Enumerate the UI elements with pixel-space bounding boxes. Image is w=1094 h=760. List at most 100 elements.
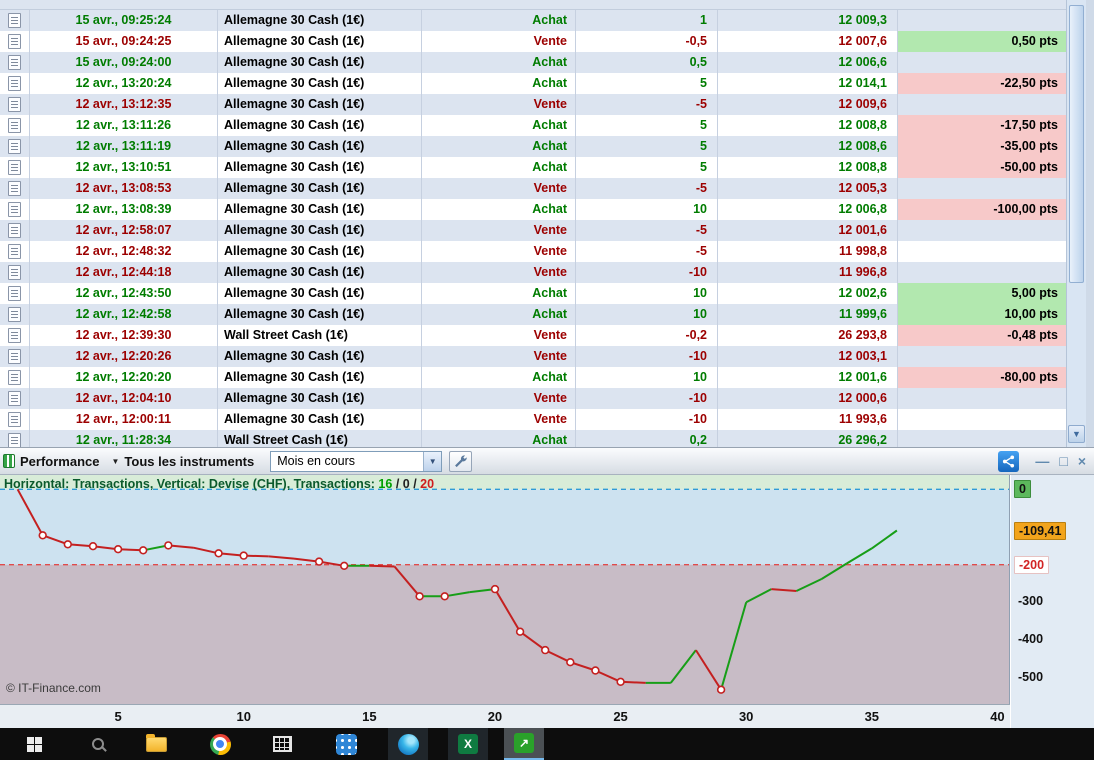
table-row[interactable]: 12 avr., 12:48:32 Allemagne 30 Cash (1€)…: [0, 241, 1066, 262]
document-icon[interactable]: [8, 433, 21, 447]
close-button[interactable]: ×: [1078, 447, 1086, 475]
table-row[interactable]: 12 avr., 12:00:11 Allemagne 30 Cash (1€)…: [0, 409, 1066, 430]
table-row[interactable]: 12 avr., 11:28:34 Wall Street Cash (1€) …: [0, 430, 1066, 447]
chart-axis-corner: [1011, 704, 1094, 728]
trade-side: Achat: [422, 304, 576, 325]
trade-points: -17,50 pts: [898, 115, 1066, 136]
document-icon[interactable]: [8, 55, 21, 70]
table-row[interactable]: 12 avr., 13:11:26 Allemagne 30 Cash (1€)…: [0, 115, 1066, 136]
settings-button[interactable]: [449, 450, 473, 472]
table-scrollbar[interactable]: ▼: [1066, 0, 1086, 447]
trade-date: 12 avr., 12:58:07: [30, 220, 218, 241]
document-icon[interactable]: [8, 181, 21, 196]
taskbar-edge[interactable]: [388, 728, 428, 760]
table-row[interactable]: 12 avr., 13:10:51 Allemagne 30 Cash (1€)…: [0, 157, 1066, 178]
equity-curve: [0, 475, 1009, 704]
table-row[interactable]: 12 avr., 13:08:39 Allemagne 30 Cash (1€)…: [0, 199, 1066, 220]
minimize-button[interactable]: —: [1035, 447, 1049, 475]
wrench-icon: [455, 454, 467, 467]
trade-side: Achat: [422, 10, 576, 31]
trade-points: -0,48 pts: [898, 325, 1066, 346]
table-row[interactable]: 12 avr., 13:11:19 Allemagne 30 Cash (1€)…: [0, 136, 1066, 157]
table-row[interactable]: 15 avr., 09:24:00 Allemagne 30 Cash (1€)…: [0, 52, 1066, 73]
table-row[interactable]: 12 avr., 12:58:07 Allemagne 30 Cash (1€)…: [0, 220, 1066, 241]
document-icon[interactable]: [8, 391, 21, 406]
document-icon[interactable]: [8, 160, 21, 175]
table-row[interactable]: 12 avr., 12:20:26 Allemagne 30 Cash (1€)…: [0, 346, 1066, 367]
chevron-down-icon: ▼: [111, 456, 120, 466]
document-icon[interactable]: [8, 139, 21, 154]
trade-side: Achat: [422, 430, 576, 447]
document-icon[interactable]: [8, 265, 21, 280]
document-icon[interactable]: [8, 223, 21, 238]
table-row[interactable]: 12 avr., 12:43:50 Allemagne 30 Cash (1€)…: [0, 283, 1066, 304]
taskbar-chrome[interactable]: [200, 728, 240, 760]
table-row[interactable]: 12 avr., 12:39:30 Wall Street Cash (1€) …: [0, 325, 1066, 346]
trade-instrument: Allemagne 30 Cash (1€): [218, 178, 422, 199]
taskbar-spreadsheet-grid[interactable]: [262, 728, 302, 760]
chevron-down-icon[interactable]: ▼: [423, 451, 442, 471]
taskbar-file-explorer[interactable]: [136, 728, 176, 760]
scrollbar-thumb[interactable]: [1069, 5, 1084, 283]
taskbar-trading-app[interactable]: ↗: [504, 728, 544, 760]
table-row[interactable]: 12 avr., 13:20:24 Allemagne 30 Cash (1€)…: [0, 73, 1066, 94]
performance-chart[interactable]: Horizontal: Transactions, Vertical: Devi…: [0, 475, 1010, 704]
trade-quantity: 10: [576, 304, 718, 325]
instrument-filter-label: Tous les instruments: [124, 453, 255, 469]
document-icon[interactable]: [8, 286, 21, 301]
trade-points: [898, 178, 1066, 199]
trade-date: 12 avr., 12:42:58: [30, 304, 218, 325]
taskbar-windows-start[interactable]: [14, 728, 54, 760]
document-icon[interactable]: [8, 244, 21, 259]
trade-instrument: Allemagne 30 Cash (1€): [218, 136, 422, 157]
trade-date: 15 avr., 09:24:00: [30, 52, 218, 73]
document-icon[interactable]: [8, 412, 21, 427]
document-icon[interactable]: [8, 76, 21, 91]
table-row[interactable]: 12 avr., 12:20:20 Allemagne 30 Cash (1€)…: [0, 367, 1066, 388]
share-icon: [1003, 455, 1015, 467]
trade-date: 12 avr., 12:04:10: [30, 388, 218, 409]
share-button[interactable]: [998, 450, 1020, 472]
panel-title: Performance: [20, 453, 100, 469]
document-icon[interactable]: [8, 202, 21, 217]
trade-side: Vente: [422, 409, 576, 430]
transactions-rows: 15 avr., 09:25:24 Allemagne 30 Cash (1€)…: [0, 0, 1066, 447]
document-icon[interactable]: [8, 370, 21, 385]
trade-date: 12 avr., 13:20:24: [30, 73, 218, 94]
trade-points: -80,00 pts: [898, 367, 1066, 388]
document-icon[interactable]: [8, 307, 21, 322]
chart-x-axis: 5 10 15 20 25 30 35 40: [0, 704, 1010, 728]
table-row[interactable]: 12 avr., 13:08:53 Allemagne 30 Cash (1€)…: [0, 178, 1066, 199]
taskbar-app-grid[interactable]: [326, 728, 366, 760]
document-icon[interactable]: [8, 118, 21, 133]
document-icon[interactable]: [8, 349, 21, 364]
trade-instrument: Allemagne 30 Cash (1€): [218, 262, 422, 283]
instrument-filter-dropdown[interactable]: ▼ Tous les instruments: [111, 454, 254, 469]
trade-quantity: -5: [576, 178, 718, 199]
trade-points: -22,50 pts: [898, 73, 1066, 94]
transactions-table: 15 avr., 09:25:24 Allemagne 30 Cash (1€)…: [0, 0, 1094, 447]
trade-instrument: Allemagne 30 Cash (1€): [218, 10, 422, 31]
excel-icon: X: [458, 734, 478, 754]
table-row[interactable]: 12 avr., 12:42:58 Allemagne 30 Cash (1€)…: [0, 304, 1066, 325]
table-row[interactable]: 15 avr., 09:25:24 Allemagne 30 Cash (1€)…: [0, 10, 1066, 31]
document-icon[interactable]: [8, 34, 21, 49]
maximize-button[interactable]: □: [1059, 447, 1067, 475]
table-row[interactable]: 12 avr., 12:04:10 Allemagne 30 Cash (1€)…: [0, 388, 1066, 409]
trade-quantity: 5: [576, 136, 718, 157]
x-axis-tick: 35: [864, 709, 880, 724]
taskbar-excel[interactable]: X: [448, 728, 488, 760]
table-row[interactable]: 12 avr., 13:12:35 Allemagne 30 Cash (1€)…: [0, 94, 1066, 115]
trade-points: [898, 52, 1066, 73]
period-select[interactable]: Mois en cours ▼: [270, 450, 443, 472]
trade-points: [898, 409, 1066, 430]
document-icon[interactable]: [8, 97, 21, 112]
trade-price: 12 014,1: [718, 73, 898, 94]
document-icon[interactable]: [8, 328, 21, 343]
table-row[interactable]: 15 avr., 09:24:25 Allemagne 30 Cash (1€)…: [0, 31, 1066, 52]
document-icon[interactable]: [8, 13, 21, 28]
trade-side: Vente: [422, 388, 576, 409]
scroll-down-button[interactable]: ▼: [1068, 425, 1085, 443]
table-row[interactable]: 12 avr., 12:44:18 Allemagne 30 Cash (1€)…: [0, 262, 1066, 283]
taskbar-search[interactable]: [78, 728, 118, 760]
